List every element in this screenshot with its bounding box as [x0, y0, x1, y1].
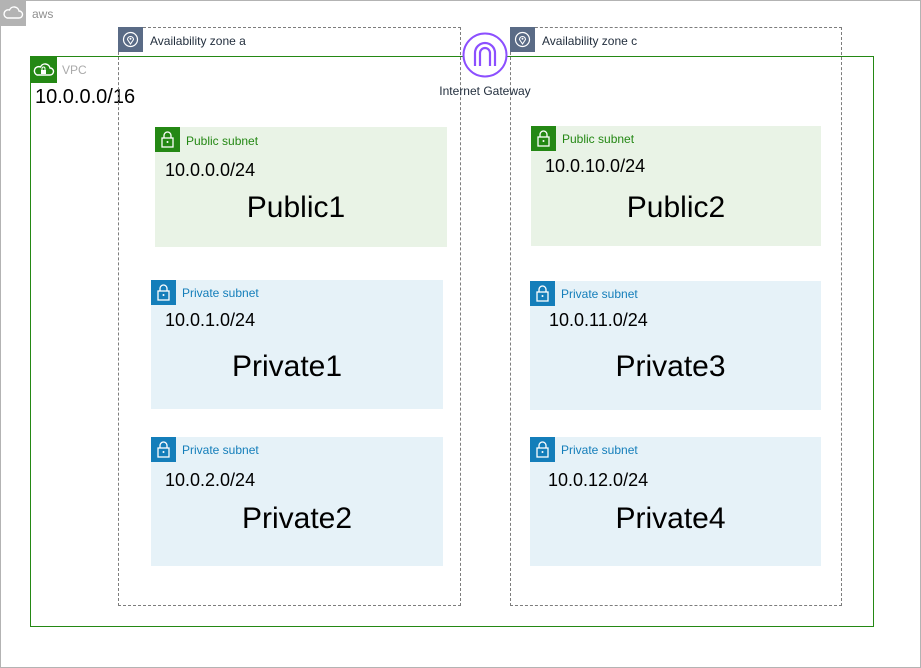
subnet-name: Private1 [231, 350, 343, 383]
padlock-icon [151, 280, 176, 305]
availability-zone-a-label: Availability zone a [150, 34, 246, 48]
subnet-name: Private2 [241, 502, 353, 535]
subnet-cidr: 10.0.1.0/24 [165, 310, 256, 330]
padlock-icon [151, 437, 176, 462]
vpc-label: VPC [62, 63, 87, 77]
subnet-type-label: Private subnet [561, 287, 638, 301]
vpc-cloud-lock-icon [30, 56, 57, 83]
subnet-cidr: 10.0.10.0/24 [545, 156, 646, 176]
padlock-icon [530, 437, 555, 462]
subnet-cidr: 10.0.0.0/24 [165, 160, 256, 180]
padlock-icon [155, 127, 180, 152]
subnet-cidr: 10.0.12.0/24 [548, 470, 649, 490]
location-pin-icon [118, 27, 143, 52]
subnet-type-label: Private subnet [182, 443, 259, 457]
availability-zone-c-label: Availability zone c [542, 34, 638, 48]
subnet-name: Private3 [615, 350, 726, 383]
cloud-icon [0, 0, 26, 26]
subnet-name: Private4 [615, 502, 726, 535]
aws-label: aws [32, 7, 54, 21]
subnet-type-label: Private subnet [182, 286, 259, 300]
subnet-cidr: 10.0.11.0/24 [549, 310, 648, 330]
subnet-name: Public2 [626, 191, 726, 224]
subnet-type-label: Public subnet [562, 132, 635, 146]
subnet-cidr: 10.0.2.0/24 [165, 470, 256, 490]
internet-gateway-icon[interactable] [462, 32, 508, 78]
subnet-type-label: Private subnet [561, 443, 638, 457]
subnet-type-label: Public subnet [186, 134, 259, 148]
internet-gateway-label: Internet Gateway [439, 84, 531, 98]
padlock-icon [530, 281, 555, 306]
subnet-name: Public1 [246, 191, 346, 224]
padlock-icon [531, 126, 556, 151]
location-pin-icon [510, 27, 535, 52]
